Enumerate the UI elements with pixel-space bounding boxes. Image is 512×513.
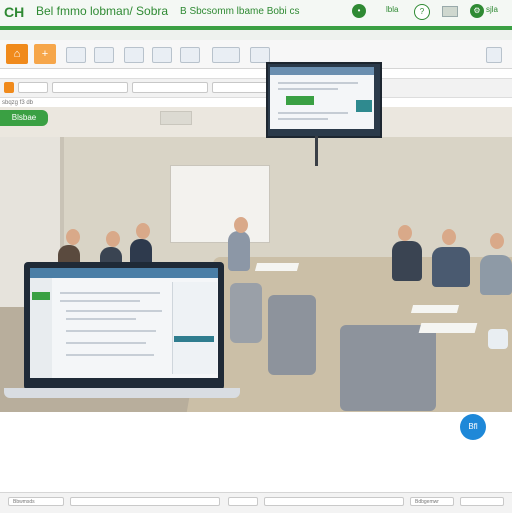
- person-head: [398, 225, 412, 241]
- settings-icon[interactable]: ⚙: [470, 4, 484, 18]
- person-head: [234, 217, 248, 233]
- bottom-status-right[interactable]: Bdbgemwr: [410, 497, 454, 506]
- address-field-1[interactable]: [18, 82, 48, 93]
- bottom-status-left[interactable]: Bbwmsds: [8, 497, 64, 506]
- laptop-teal-bar: [174, 336, 214, 342]
- address-indicator-icon: [4, 82, 14, 93]
- copy-tool-icon[interactable]: [94, 47, 114, 63]
- help-icon[interactable]: ?: [414, 4, 430, 20]
- monitor-green-block: [286, 96, 314, 105]
- bottom-field[interactable]: [264, 497, 404, 506]
- paper: [410, 305, 460, 313]
- person: [392, 241, 422, 281]
- laptop-text-line: [66, 342, 146, 344]
- bottom-field-small[interactable]: [460, 497, 504, 506]
- app-subtitle: B Sbcsomm lbame Bobi cs: [180, 6, 300, 17]
- cut-tool-icon[interactable]: [66, 47, 86, 63]
- format-tool-icon[interactable]: [152, 47, 172, 63]
- app-title: Bel fmmo lobman/ Sobra: [36, 4, 169, 18]
- person-head: [490, 233, 504, 249]
- expand-ribbon-icon[interactable]: [486, 47, 502, 63]
- monitor-text-line: [278, 112, 348, 114]
- person: [432, 247, 470, 287]
- person: [228, 231, 250, 271]
- cup: [488, 329, 508, 349]
- address-field-3[interactable]: [132, 82, 208, 93]
- notification-icon[interactable]: •: [352, 4, 366, 18]
- laptop-text-line: [66, 318, 136, 320]
- header-label-1[interactable]: lbla: [386, 5, 398, 14]
- review-tool-icon[interactable]: [250, 47, 270, 63]
- monitor-text-line: [278, 88, 338, 90]
- whiteboard: [170, 165, 270, 243]
- laptop-text-line: [66, 354, 154, 356]
- ceiling: [0, 107, 512, 137]
- bottom-field[interactable]: [70, 497, 220, 506]
- floating-action-button[interactable]: Bfl: [460, 414, 486, 440]
- laptop-text-line: [66, 310, 162, 312]
- monitor-text-line: [278, 118, 328, 120]
- chair: [268, 295, 316, 375]
- laptop-side-panel: [172, 282, 217, 374]
- header-label-2[interactable]: sjla: [486, 5, 498, 14]
- monitor-teal-block: [356, 100, 372, 112]
- person-head: [442, 229, 456, 245]
- address-tag: sbqzg f3 db: [2, 100, 34, 106]
- laptop-text-line: [60, 292, 160, 294]
- chair: [340, 325, 436, 411]
- home-button[interactable]: ⌂: [6, 44, 28, 64]
- person-head: [106, 231, 120, 247]
- paper: [418, 323, 478, 333]
- app-logo[interactable]: CH: [4, 2, 26, 22]
- bottom-field-small[interactable]: [228, 497, 258, 506]
- laptop-green-button: [32, 292, 50, 300]
- person-head: [136, 223, 150, 239]
- person: [480, 255, 512, 295]
- chair: [230, 283, 262, 343]
- insert-tool-icon[interactable]: [180, 47, 200, 63]
- person-head: [66, 229, 80, 245]
- ceiling-light: [160, 111, 192, 125]
- laptop-base: [4, 388, 240, 398]
- monitor-title-bar: [270, 67, 374, 75]
- flag-icon[interactable]: [442, 6, 458, 17]
- laptop-text-line: [66, 330, 156, 332]
- monitor-text-line: [278, 82, 358, 84]
- paste-tool-icon[interactable]: [124, 47, 144, 63]
- monitor-stand: [315, 136, 318, 166]
- status-button[interactable]: Blsbae: [0, 110, 48, 126]
- address-field-2[interactable]: [52, 82, 128, 93]
- new-button[interactable]: +: [34, 44, 56, 64]
- paper: [254, 263, 300, 271]
- laptop-title-bar: [30, 268, 218, 278]
- view-tool-icon[interactable]: [212, 47, 240, 63]
- laptop-text-line: [60, 300, 140, 302]
